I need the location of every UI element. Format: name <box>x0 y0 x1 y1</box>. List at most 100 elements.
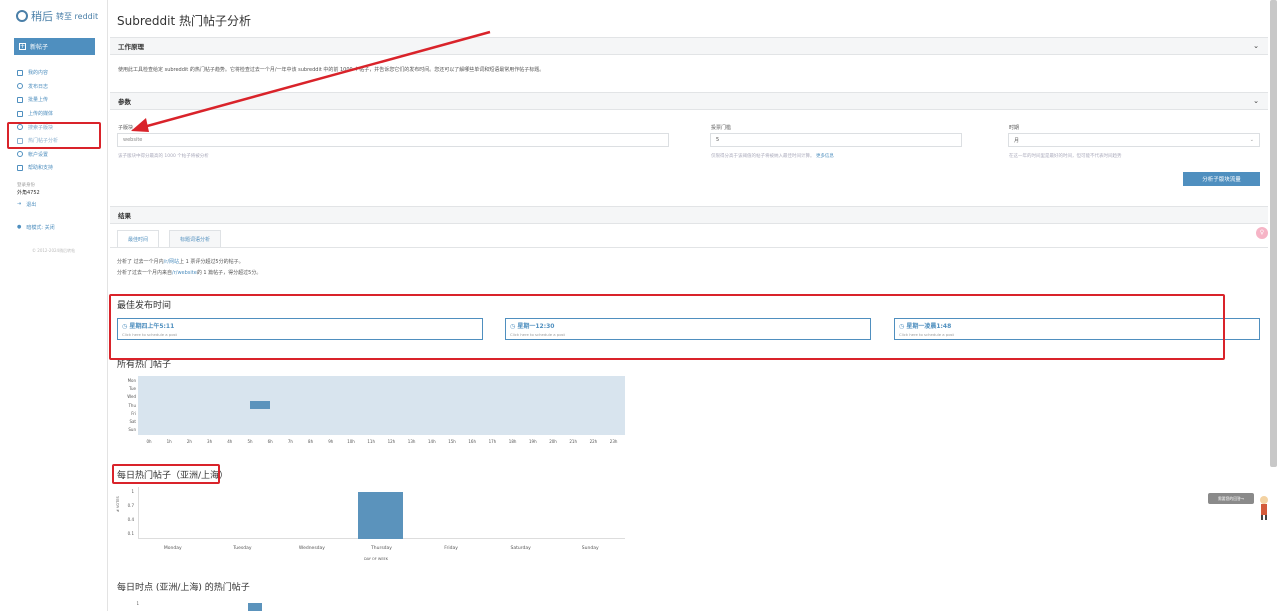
highlight-box-daily-title <box>112 464 220 484</box>
score-input[interactable]: 5 <box>710 133 962 147</box>
chevron-down-icon: ⌄ <box>1249 137 1254 143</box>
copyright: © 2012-2024稍后转帖 <box>32 248 76 253</box>
score-hint-text: 仅限得分高于该阈值的帖子将被纳入最佳时间计算。 <box>711 154 815 159</box>
heatmap-hour-label: 8h <box>308 439 314 444</box>
sidebar-item-account-settings[interactable]: 帐户设置 <box>17 148 58 162</box>
new-post-label: 新帖子 <box>30 44 49 51</box>
subreddit-label: 子版块 <box>118 125 134 131</box>
hourly-y-tick: 1 <box>136 601 139 606</box>
analyze-button[interactable]: 分析子版块流量 <box>1183 172 1260 186</box>
feedback-pill[interactable]: 需要您的回答→ <box>1208 493 1254 504</box>
help-icon <box>17 164 23 171</box>
bar-x-label: Wednesday <box>298 546 325 551</box>
heatmap-hour-label: 5h <box>247 439 253 444</box>
sidebar-item-label: 上传的媒体 <box>28 111 54 118</box>
sidebar-item-bulk-upload[interactable]: 批量上传 <box>17 93 58 107</box>
summary-text: 分析了 过去一个月内 <box>117 259 164 265</box>
how-it-works-header[interactable]: 工作原理 ⌄ <box>110 37 1268 55</box>
sidebar-nav: 我的内容 发布日志 批量上传 上传的媒体 搜索子版块 热门帖子分析 帐户设置 帮… <box>17 66 58 175</box>
score-value: 5 <box>716 137 720 143</box>
more-info-link[interactable]: 更多信息 <box>816 154 834 159</box>
assistant-badge-icon[interactable]: ♀ <box>1256 227 1268 239</box>
tab-best-time[interactable]: 最佳时间 <box>117 230 160 248</box>
params-header[interactable]: 参数 ⌄ <box>110 92 1268 110</box>
period-select[interactable]: 月 ⌄ <box>1008 133 1260 147</box>
highlight-box-sidebar <box>7 122 101 149</box>
heatmap-hour-label: 4h <box>227 439 233 444</box>
heatmap-day-label: Thu <box>128 402 136 408</box>
sidebar-item-label: 发布日志 <box>28 83 49 90</box>
heatmap-day-label: Mon <box>127 378 136 383</box>
summary-text: 分析了过去一个月内来自 <box>117 270 173 276</box>
tab-label: 最佳时间 <box>128 237 149 243</box>
heatmap-hour-label: 21h <box>569 439 577 444</box>
subreddit-link[interactable]: /r/website <box>172 270 197 276</box>
bar-y-tick: 0.1 <box>127 531 134 537</box>
bar-chart-plot <box>138 487 625 539</box>
bar-x-label: Saturday <box>510 546 531 551</box>
bar-x-label: Tuesday <box>233 546 252 551</box>
highlight-box-best-time <box>109 294 1225 360</box>
heatmap-hour-label: 14h <box>427 439 436 444</box>
heatmap-hour-label: 9h <box>328 439 334 444</box>
logout-link[interactable]: ⇥ 退出 <box>17 201 36 208</box>
new-post-button[interactable]: + 新帖子 <box>14 38 95 55</box>
summary-text: 上 1 票评分超过5分的帖子。 <box>179 259 244 265</box>
mascot-icon[interactable] <box>1258 494 1270 520</box>
sidebar-item-uploaded-media[interactable]: 上传的媒体 <box>17 107 58 121</box>
logout-label: 退出 <box>26 202 37 208</box>
sidebar-item-my-content[interactable]: 我的内容 <box>17 66 58 80</box>
bar[interactable] <box>358 492 404 539</box>
bar-y-tick: 0.4 <box>127 517 134 523</box>
panel-heading: 结果 <box>118 212 131 220</box>
analyze-button-label: 分析子版块流量 <box>1202 177 1241 183</box>
sidebar-item-label: 批量上传 <box>28 97 49 104</box>
panel-heading: 工作原理 <box>118 43 144 51</box>
period-label: 时期 <box>1009 125 1020 131</box>
logo-suffix: 转至 reddit <box>56 11 99 21</box>
subreddit-input[interactable]: website <box>117 133 669 147</box>
sidebar-item-help[interactable]: 帮助和支持 <box>17 161 58 175</box>
score-label: 投票门槛 <box>711 125 732 131</box>
feedback-pill-label: 需要您的回答→ <box>1218 495 1244 501</box>
heatmap-day-label: Fri <box>131 410 136 416</box>
tab-title-words[interactable]: 标题词语分析 <box>169 230 222 248</box>
list-icon <box>17 69 23 76</box>
tabs-divider <box>110 247 1268 248</box>
subreddit-value: website <box>123 137 143 143</box>
hourly-hot-title: 每日时点 (亚洲/上海) 的热门帖子 <box>117 583 250 593</box>
bar-x-label: Monday <box>163 546 182 551</box>
bar-y-axis-label: # VOTES <box>116 496 120 512</box>
heatmap-day-label: Tue <box>129 386 136 392</box>
gear-icon <box>17 151 23 158</box>
sidebar-item-post-log[interactable]: 发布日志 <box>17 80 58 94</box>
heatmap-hour-label: 16h <box>468 439 476 444</box>
night-mode-toggle[interactable]: ● 暗模式: 关闭 <box>17 224 55 231</box>
tab-label: 标题词语分析 <box>180 237 211 243</box>
account-label: 登录身份 <box>17 183 35 188</box>
heatmap-hour-label: 10h <box>347 439 355 444</box>
bar-y-tick: 0.7 <box>127 503 134 509</box>
image-icon <box>17 110 23 117</box>
subreddit-hint: 该子版块中得分最高的 1000 个帖子将被分析 <box>118 154 209 159</box>
heatmap-hour-label: 15h <box>448 439 456 444</box>
page-scrollbar[interactable] <box>1270 0 1277 467</box>
username: 外角4752 <box>17 190 40 196</box>
results-header: 结果 <box>110 206 1268 224</box>
bar-x-label: Thursday <box>371 546 392 551</box>
heatmap-cell <box>250 400 271 409</box>
logout-icon: ⇥ <box>17 201 22 207</box>
heatmap-hour-label: 20h <box>549 439 557 444</box>
subreddit-link[interactable]: /r/网站 <box>164 259 179 265</box>
heatmap-hour-label: 0h <box>146 439 152 444</box>
how-it-works-description: 使用此工具检查给定 subreddit 的热门帖子趋势。它将检查过去一个月/一年… <box>118 67 545 73</box>
sidebar-item-label: 帐户设置 <box>28 151 49 158</box>
logo-brand: 稍后 <box>31 10 53 23</box>
bar-x-axis-label: DAY OF WEEK <box>364 557 389 561</box>
app-logo[interactable]: 稍后 转至 reddit <box>16 8 98 24</box>
heatmap-hour-label: 17h <box>488 439 497 444</box>
chevron-down-icon[interactable]: ⌄ <box>1253 42 1259 50</box>
bar-x-label: Friday <box>444 546 458 551</box>
chevron-down-icon[interactable]: ⌄ <box>1253 97 1259 105</box>
period-value: 月 <box>1014 137 1020 144</box>
